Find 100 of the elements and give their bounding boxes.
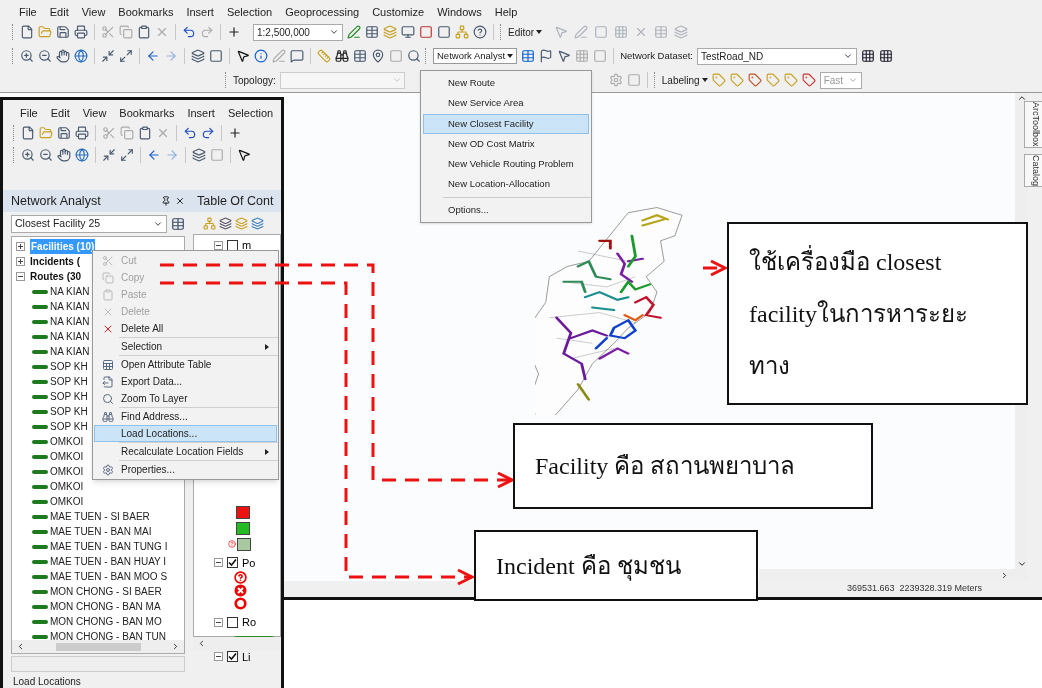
tree-item[interactable]: OMKOI	[50, 464, 84, 479]
tree-item[interactable]: NA KIAN	[50, 314, 90, 329]
save-icon[interactable]	[57, 126, 71, 140]
editor-menu[interactable]: Editor	[508, 24, 543, 40]
menu-item[interactable]: New Location-Allocation	[423, 174, 589, 195]
info-icon[interactable]	[254, 49, 268, 63]
expand-icon[interactable]	[119, 49, 133, 63]
menu-item[interactable]: Edit	[50, 105, 70, 122]
menu-item[interactable]: Selection	[227, 105, 274, 122]
collapse-toggle[interactable]	[214, 652, 223, 662]
file-icon[interactable]	[21, 126, 35, 140]
help-icon[interactable]	[473, 25, 487, 39]
menu-item[interactable]: Help	[494, 3, 518, 21]
globe-icon[interactable]	[75, 148, 89, 162]
expand-icon[interactable]	[120, 148, 134, 162]
undo-icon[interactable]	[183, 126, 197, 140]
tree-item[interactable]: Routes (30	[30, 269, 82, 284]
hand-icon[interactable]	[56, 49, 70, 63]
empty-field[interactable]	[11, 656, 185, 672]
side-tab[interactable]: Catalog	[1024, 153, 1042, 187]
collapse-toggle[interactable]	[214, 240, 223, 250]
collapse-toggle[interactable]	[214, 558, 223, 568]
pointer-icon[interactable]	[237, 148, 251, 162]
menu-item[interactable]: New Route	[423, 73, 589, 94]
menu-item[interactable]: Bookmarks	[118, 3, 174, 21]
plus-icon[interactable]	[227, 25, 241, 39]
collapse-toggle[interactable]	[214, 617, 223, 627]
shrink-icon[interactable]	[102, 148, 116, 162]
zoom-in-icon[interactable]	[20, 49, 34, 63]
pointer-icon[interactable]	[236, 49, 250, 63]
close-icon[interactable]	[175, 196, 185, 206]
analysis-dropdown[interactable]: Closest Facility 25	[11, 215, 167, 233]
menu-item[interactable]: Edit	[49, 3, 69, 21]
menu-item[interactable]: Find Address...	[94, 408, 277, 425]
tree-item[interactable]: MAE TUEN - BAN MOO S	[50, 569, 168, 584]
square-icon[interactable]	[209, 49, 223, 63]
printer-icon[interactable]	[75, 126, 89, 140]
tree-item[interactable]: SOP KH	[50, 389, 88, 404]
expand-toggle[interactable]	[16, 257, 25, 266]
layers-icon[interactable]	[192, 148, 206, 162]
menu-item[interactable]: Recalculate Location Fields	[94, 443, 277, 460]
flag-icon[interactable]	[539, 49, 554, 63]
redo-icon[interactable]	[201, 126, 215, 140]
clipboard-icon[interactable]	[137, 25, 151, 39]
labeling-menu[interactable]: Labeling	[661, 72, 708, 88]
pointer-icon[interactable]	[557, 49, 572, 63]
layers-icon[interactable]	[251, 216, 264, 230]
window-icon[interactable]	[521, 49, 536, 63]
save-icon[interactable]	[56, 25, 70, 39]
layers-icon[interactable]	[191, 49, 205, 63]
tree-item[interactable]: OMKOI	[50, 494, 84, 509]
menu-item[interactable]: New Closest Facility	[423, 113, 589, 134]
menu-item[interactable]: New OD Cost Matrix	[423, 133, 589, 154]
menu-item[interactable]: File	[19, 3, 37, 21]
menu-item[interactable]: Delete All	[94, 320, 277, 337]
layer-name[interactable]: Li	[242, 648, 251, 665]
menu-item[interactable]: View	[81, 3, 106, 21]
horizontal-scrollbar[interactable]	[12, 640, 184, 653]
shrink-icon[interactable]	[101, 49, 115, 63]
zoom-out-icon[interactable]	[39, 148, 53, 162]
dropdown-field[interactable]: 1:2,500,000	[253, 23, 343, 41]
tree-item[interactable]: SOP KH	[50, 374, 88, 389]
menu-item[interactable]: Geoprocessing	[285, 3, 360, 21]
menu-item[interactable]: Selection	[226, 3, 273, 21]
grid-icon[interactable]	[861, 49, 875, 63]
menu-item[interactable]: New Service Area	[423, 93, 589, 114]
table-icon[interactable]	[353, 49, 367, 63]
tree-item[interactable]: MAE TUEN - BAN MAI	[50, 524, 152, 539]
zoom-out-icon[interactable]	[38, 49, 52, 63]
magnifier-icon[interactable]	[407, 49, 421, 63]
menu-item[interactable]: Insert	[186, 3, 214, 21]
menu-item[interactable]: Load Locations...	[94, 425, 277, 442]
menu-item[interactable]: Customize	[372, 3, 425, 21]
tag-icon[interactable]	[747, 73, 762, 87]
grid-icon[interactable]	[879, 49, 893, 63]
pin-icon[interactable]	[371, 49, 385, 63]
menu-item[interactable]: Windows	[437, 3, 482, 21]
zoom-in-icon[interactable]	[21, 148, 35, 162]
dropdown-field[interactable]: TestRoad_ND	[697, 47, 857, 65]
expand-toggle[interactable]	[16, 242, 25, 251]
layers-icon[interactable]	[219, 216, 232, 230]
layer-checkbox[interactable]	[227, 616, 238, 628]
binoculars-icon[interactable]	[335, 49, 349, 63]
table-icon[interactable]	[365, 25, 379, 39]
square-icon[interactable]	[419, 25, 433, 39]
tree-item[interactable]: NA KIAN	[50, 329, 90, 344]
tree-item[interactable]: NA KIAN	[50, 284, 90, 299]
menu-item[interactable]: View	[82, 105, 107, 122]
tree-item[interactable]: OMKOI	[50, 479, 84, 494]
tree-item[interactable]: MON CHONG - BAN MO	[50, 614, 162, 629]
tree-item[interactable]: SOP KH	[50, 419, 88, 434]
tree-item[interactable]: Incidents (	[30, 254, 80, 269]
tree-item[interactable]: MAE TUEN - SI BAER	[50, 509, 150, 524]
tree-item[interactable]: MON CHONG - BAN MA	[50, 599, 161, 614]
tree-item[interactable]: NA KIAN	[50, 299, 90, 314]
tree-item[interactable]: SOP KH	[50, 404, 88, 419]
tree-item[interactable]: MON CHONG - SI BAER	[50, 584, 162, 599]
tag-icon[interactable]	[801, 73, 816, 87]
tree-item[interactable]: MAE TUEN - BAN TUNG I	[50, 539, 168, 554]
square-icon[interactable]	[437, 25, 451, 39]
